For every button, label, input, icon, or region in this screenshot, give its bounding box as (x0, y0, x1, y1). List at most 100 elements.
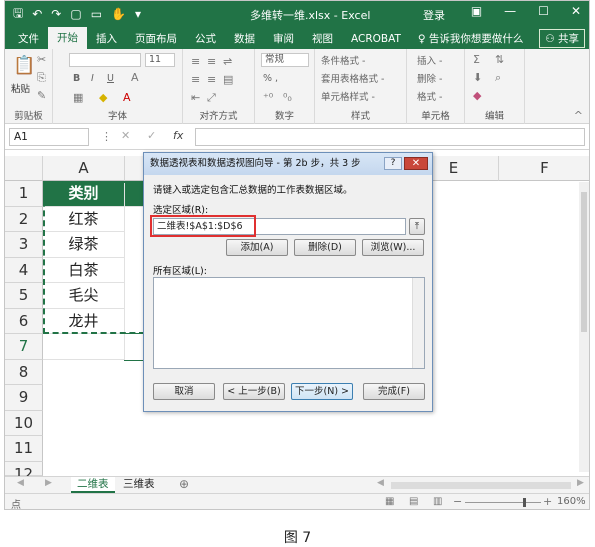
sheet-tab-2d[interactable]: 二维表 (71, 477, 115, 493)
vertical-scrollbar-thumb[interactable] (581, 192, 587, 332)
row-header-7[interactable]: 7 (5, 334, 43, 360)
fill-color-icon[interactable]: ◆ (99, 91, 107, 104)
border-icon[interactable]: ▦ (73, 91, 83, 104)
collapse-dialog-button[interactable]: ⤒ (409, 218, 425, 235)
tab-insert[interactable]: 插入 (87, 29, 126, 49)
row-header-12[interactable]: 12 (5, 461, 43, 483)
page-layout-view-icon[interactable]: ▤ (409, 496, 418, 507)
row-header-1[interactable]: 1 (5, 181, 43, 207)
conditional-format-button[interactable]: 条件格式 - (321, 53, 365, 67)
cell-a3[interactable]: 绿茶 (43, 232, 125, 258)
merge-center-icon[interactable]: ▤ (223, 73, 233, 86)
scroll-left-icon[interactable]: ◀ (17, 478, 24, 488)
cell-a4[interactable]: 白茶 (43, 257, 125, 283)
hscroll-left-icon[interactable]: ◀ (377, 478, 384, 488)
next-button[interactable]: 下一步(N) > (291, 383, 353, 400)
tab-review[interactable]: 审阅 (264, 29, 303, 49)
font-grow-icon[interactable]: A (131, 71, 139, 84)
insert-cells-button[interactable]: 插入 - (417, 53, 442, 67)
row-header-11[interactable]: 11 (5, 436, 43, 462)
table-format-button[interactable]: 套用表格格式 - (321, 71, 384, 85)
browse-button[interactable]: 浏览(W)... (362, 239, 424, 256)
vertical-scrollbar[interactable] (579, 182, 589, 472)
copy-icon[interactable]: ⎘ (37, 71, 46, 85)
fill-icon[interactable]: ⬇ (473, 71, 482, 84)
share-button[interactable]: ⚇ 共享 (539, 29, 585, 48)
paste-label[interactable]: 粘贴 (11, 81, 30, 95)
cell-a1[interactable]: 类别 (43, 181, 125, 207)
new-sheet-icon[interactable]: ⊕ (179, 477, 189, 491)
list-scrollbar[interactable] (412, 278, 424, 368)
indent-icon[interactable]: ⇤ (191, 91, 200, 104)
select-all-corner[interactable] (5, 156, 43, 181)
wrap-text-icon[interactable]: ⇌ (223, 55, 232, 68)
ribbon-options-icon[interactable]: ▣ (471, 4, 482, 18)
sort-filter-icon[interactable]: ⇅ (495, 53, 504, 66)
row-header-8[interactable]: 8 (5, 359, 43, 385)
help-button[interactable]: ? (384, 157, 402, 170)
zoom-out-icon[interactable]: − (453, 495, 462, 508)
touch-mode-icon[interactable]: ✋ (111, 7, 126, 21)
undo-icon[interactable]: ↶ (32, 7, 42, 21)
zoom-level[interactable]: 160% (557, 496, 586, 507)
row-header-3[interactable]: 3 (5, 232, 43, 258)
clear-icon[interactable]: ◆ (473, 89, 481, 102)
italic-button[interactable]: I (91, 73, 94, 84)
cut-icon[interactable]: ✂ (37, 53, 46, 66)
delete-cells-button[interactable]: 删除 - (417, 71, 442, 85)
row-header-4[interactable]: 4 (5, 257, 43, 283)
row-header-5[interactable]: 5 (5, 283, 43, 309)
save-icon[interactable]: 🖫 (13, 4, 23, 25)
cell-a2[interactable]: 红茶 (43, 206, 125, 232)
cell-a6[interactable]: 龙井 (43, 308, 125, 334)
font-name-dropdown[interactable] (69, 53, 141, 67)
tab-home[interactable]: 开始 (48, 27, 87, 49)
close-icon[interactable]: ✕ (571, 4, 581, 18)
bold-button[interactable]: B (73, 73, 80, 84)
font-color-icon[interactable]: A (123, 91, 131, 104)
number-format-dropdown[interactable]: 常规 (261, 53, 309, 67)
finish-button[interactable]: 完成(F) (363, 383, 425, 400)
zoom-slider-thumb[interactable] (523, 498, 526, 507)
row-header-9[interactable]: 9 (5, 385, 43, 411)
cell-style-button[interactable]: 单元格样式 - (321, 89, 375, 103)
open-icon[interactable]: ▭ (91, 7, 102, 21)
cell-a5[interactable]: 毛尖 (43, 283, 125, 309)
back-button[interactable]: < 上一步(B) (223, 383, 285, 400)
align-center-icon[interactable]: ≡ (207, 73, 216, 86)
align-left-icon[interactable]: ≡ (191, 73, 200, 86)
name-box[interactable]: A1 (9, 128, 89, 146)
normal-view-icon[interactable]: ▦ (385, 496, 394, 507)
percent-buttons[interactable]: % , (263, 73, 278, 84)
tab-page-layout[interactable]: 页面布局 (126, 29, 186, 49)
all-ranges-list[interactable] (153, 277, 425, 369)
maximize-icon[interactable]: ☐ (538, 4, 549, 18)
hscroll-right-icon[interactable]: ▶ (577, 478, 584, 488)
tell-me-search[interactable]: ♀ 告诉我你想要做什么 (418, 29, 524, 49)
scroll-right-icon[interactable]: ▶ (45, 478, 52, 488)
page-break-view-icon[interactable]: ▥ (433, 496, 442, 507)
confirm-entry-icon[interactable]: ✓ (147, 129, 156, 142)
increase-decimal-icon[interactable]: ⁺⁰ (263, 91, 273, 104)
format-cells-button[interactable]: 格式 - (417, 89, 442, 103)
row-header-10[interactable]: 10 (5, 410, 43, 436)
formula-input[interactable] (195, 128, 585, 146)
collapse-ribbon-icon[interactable]: ^ (574, 109, 583, 122)
cancel-entry-icon[interactable]: ✕ (121, 129, 130, 142)
decrease-decimal-icon[interactable]: ⁰₀ (283, 91, 292, 104)
align-middle-icon[interactable]: ≡ (207, 55, 216, 68)
cell-a7[interactable] (43, 334, 125, 360)
paste-icon[interactable]: 📋 (13, 55, 35, 76)
redo-icon[interactable]: ↷ (51, 7, 61, 21)
orientation-icon[interactable]: ⤢ (207, 91, 216, 105)
customize-qat-icon[interactable]: ▾ (135, 7, 141, 21)
column-header-f[interactable]: F (499, 156, 589, 181)
tab-view[interactable]: 视图 (303, 29, 342, 49)
remove-button[interactable]: 删除(D) (294, 239, 356, 256)
cancel-button[interactable]: 取消 (153, 383, 215, 400)
minimize-icon[interactable]: — (504, 4, 516, 18)
insert-function-icon[interactable]: fx (173, 129, 183, 142)
column-header-a[interactable]: A (43, 156, 125, 181)
underline-button[interactable]: U (107, 73, 114, 84)
dialog-close-button[interactable]: ✕ (404, 157, 428, 170)
